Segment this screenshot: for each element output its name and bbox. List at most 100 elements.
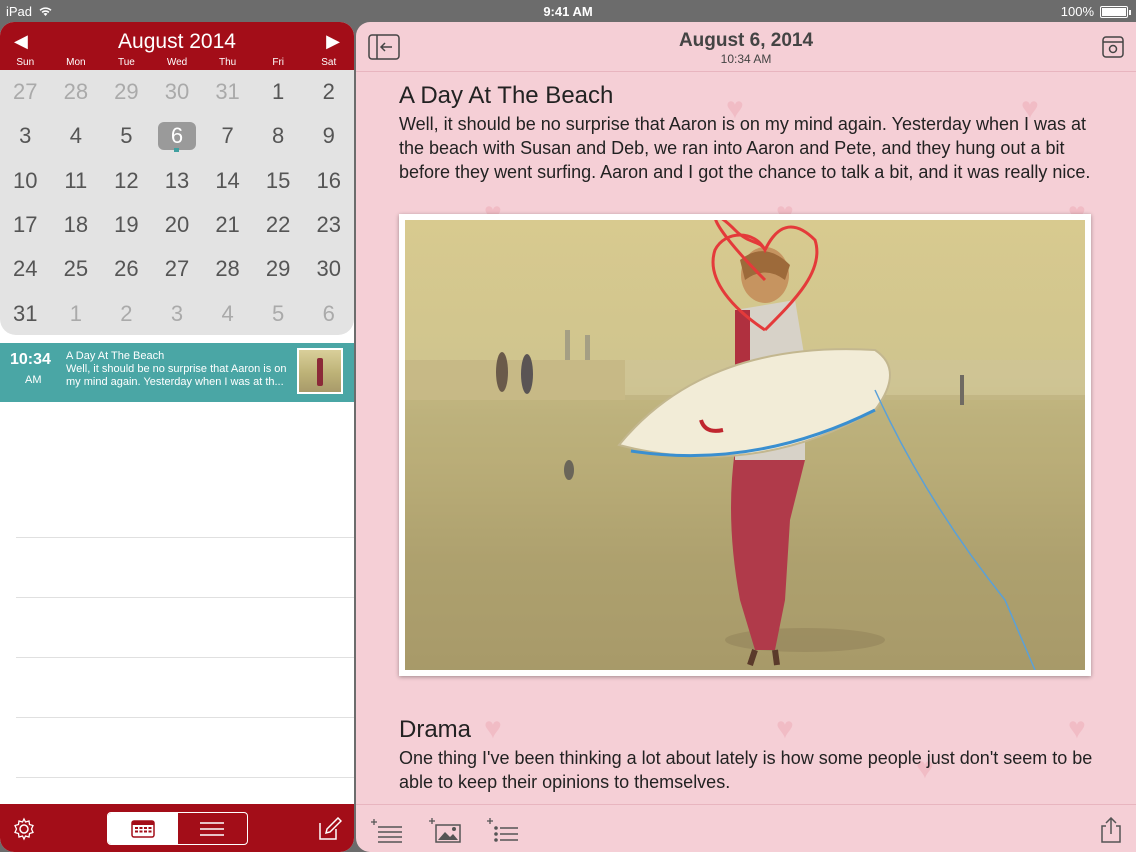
entry-photo[interactable] — [399, 214, 1091, 676]
calendar-day[interactable]: 17 — [0, 203, 51, 247]
calendar-day[interactable]: 18 — [51, 203, 102, 247]
calendar-day[interactable]: 20 — [152, 203, 203, 247]
section-text[interactable]: One thing I've been thinking a lot about… — [399, 746, 1099, 794]
section-text[interactable]: Well, it should be no surprise that Aaro… — [399, 112, 1099, 184]
entry-date: August 6, 2014 — [678, 30, 814, 51]
calendar-day[interactable]: 2 — [303, 70, 354, 114]
weekday-label: Wed — [166, 57, 188, 68]
calendar-day[interactable]: 29 — [101, 70, 152, 114]
calendar-day[interactable]: 31 — [0, 291, 51, 335]
calendar-day[interactable]: 6 — [303, 291, 354, 335]
list-view-button[interactable] — [178, 813, 248, 844]
calendar-header: ◀ August 2014 ▶ Sun Mon Tue Wed Thu Fri … — [0, 22, 354, 70]
weekday-label: Sat — [321, 57, 337, 68]
calendar-day[interactable]: 3 — [0, 114, 51, 158]
calendar-day-number: 7 — [221, 123, 234, 149]
calendar-day-number: 1 — [69, 300, 82, 326]
entry-section-1: A Day At The Beach Well, it should be no… — [399, 82, 1099, 184]
calendar-day[interactable]: 23 — [303, 203, 354, 247]
calendar-day-number: 1 — [272, 79, 285, 105]
left-toolbar — [0, 804, 354, 852]
calendar-day[interactable]: 13 — [152, 159, 203, 203]
calendar-day-number: 13 — [164, 167, 190, 193]
next-month-button[interactable]: ▶ — [326, 31, 340, 52]
calendar-day[interactable]: 27 — [152, 247, 203, 291]
calendar-day-number: 4 — [69, 123, 82, 149]
calendar-day[interactable]: 30 — [152, 70, 203, 114]
section-heading: A Day At The Beach — [399, 82, 614, 109]
calendar-day[interactable]: 4 — [202, 291, 253, 335]
calendar-day[interactable]: 28 — [202, 247, 253, 291]
calendar-day[interactable]: 1 — [253, 70, 304, 114]
calendar-day[interactable]: 1 — [51, 291, 102, 335]
calendar-day-number: 18 — [63, 212, 89, 238]
calendar-day[interactable]: 31 — [202, 70, 253, 114]
calendar-day-number: 5 — [272, 300, 285, 326]
calendar-day-number: 11 — [64, 167, 88, 193]
calendar-day-selected[interactable]: 6 — [152, 114, 203, 158]
calendar-day-number: 20 — [164, 212, 190, 238]
calendar-day[interactable]: 22 — [253, 203, 304, 247]
calendar-day[interactable]: 5 — [101, 114, 152, 158]
calendar-day-number: 2 — [120, 300, 133, 326]
weekday-label: Thu — [218, 57, 237, 68]
calendar-day-number: 27 — [164, 256, 190, 282]
entry-thumbnail — [297, 348, 343, 394]
share-icon[interactable] — [1100, 817, 1122, 843]
status-bar: iPad 9:41 AM 100% — [0, 0, 1136, 22]
battery-icon — [1100, 5, 1131, 18]
calendar-day[interactable]: 12 — [101, 159, 152, 203]
weekday-label: Mon — [66, 57, 86, 68]
calendar-day-number: 6 — [157, 122, 196, 151]
calendar-day-number: 31 — [13, 300, 38, 326]
calendar-day-number: 9 — [322, 123, 335, 149]
entry-section-2: Drama One thing I've been thinking a lot… — [399, 716, 1099, 794]
calendar-day[interactable]: 3 — [152, 291, 203, 335]
calendar-day[interactable]: 8 — [253, 114, 304, 158]
calendar-day[interactable]: 26 — [101, 247, 152, 291]
calendar-day[interactable]: 4 — [51, 114, 102, 158]
calendar-day[interactable]: 28 — [51, 70, 102, 114]
calendar-day[interactable]: 25 — [51, 247, 102, 291]
gear-icon[interactable] — [12, 817, 36, 841]
add-photo-icon[interactable] — [428, 817, 462, 843]
entry-list-item[interactable]: 10:34 AM A Day At The Beach Well, it sho… — [0, 343, 354, 402]
calendar-day[interactable]: 15 — [253, 159, 304, 203]
calendar-day[interactable]: 14 — [202, 159, 253, 203]
calendar-day-number: 30 — [164, 79, 190, 105]
calendar-day[interactable]: 21 — [202, 203, 253, 247]
calendar-day-number: 31 — [215, 79, 240, 105]
calendar-day-number: 2 — [322, 79, 335, 105]
compose-icon[interactable] — [318, 817, 342, 841]
entry-header: August 6, 2014 10:34 AM — [356, 22, 1136, 72]
theme-settings-icon[interactable] — [1102, 36, 1124, 58]
calendar-day-number: 6 — [322, 300, 335, 326]
calendar-day[interactable]: 24 — [0, 247, 51, 291]
section-heading: Drama — [399, 716, 472, 743]
calendar-day[interactable]: 7 — [202, 114, 253, 158]
calendar-grid: 27 28 29 30 31 1 2 3 4 5 6 7 8 9 10 11 12 13 14 15 16 17 18 19 2… — [0, 70, 354, 335]
calendar-day-number: 14 — [215, 167, 240, 193]
calendar-day[interactable]: 16 — [303, 159, 354, 203]
calendar-day[interactable]: 5 — [253, 291, 304, 335]
beach-photo — [405, 220, 1085, 670]
calendar-day-number: 3 — [170, 300, 184, 326]
calendar-day[interactable]: 2 — [101, 291, 152, 335]
weekday-header: Sun Mon Tue Wed Thu Fri Sat — [0, 57, 354, 68]
calendar-day-number: 16 — [316, 167, 341, 193]
calendar-day[interactable]: 30 — [303, 247, 354, 291]
calendar-day[interactable]: 19 — [101, 203, 152, 247]
weekday-label: Tue — [118, 57, 135, 68]
calendar-day[interactable]: 29 — [253, 247, 304, 291]
calendar-day-number: 21 — [215, 212, 240, 238]
calendar-day[interactable]: 10 — [0, 159, 51, 203]
entry-toolbar — [356, 804, 1136, 852]
calendar-day[interactable]: 11 — [51, 159, 102, 203]
add-text-icon[interactable] — [370, 817, 404, 843]
calendar-view-button[interactable] — [108, 813, 178, 844]
calendar-day[interactable]: 9 — [303, 114, 354, 158]
add-list-icon[interactable] — [486, 817, 520, 843]
list-icon — [200, 821, 225, 836]
calendar-day-number: 10 — [13, 167, 38, 193]
calendar-day[interactable]: 27 — [0, 70, 51, 114]
